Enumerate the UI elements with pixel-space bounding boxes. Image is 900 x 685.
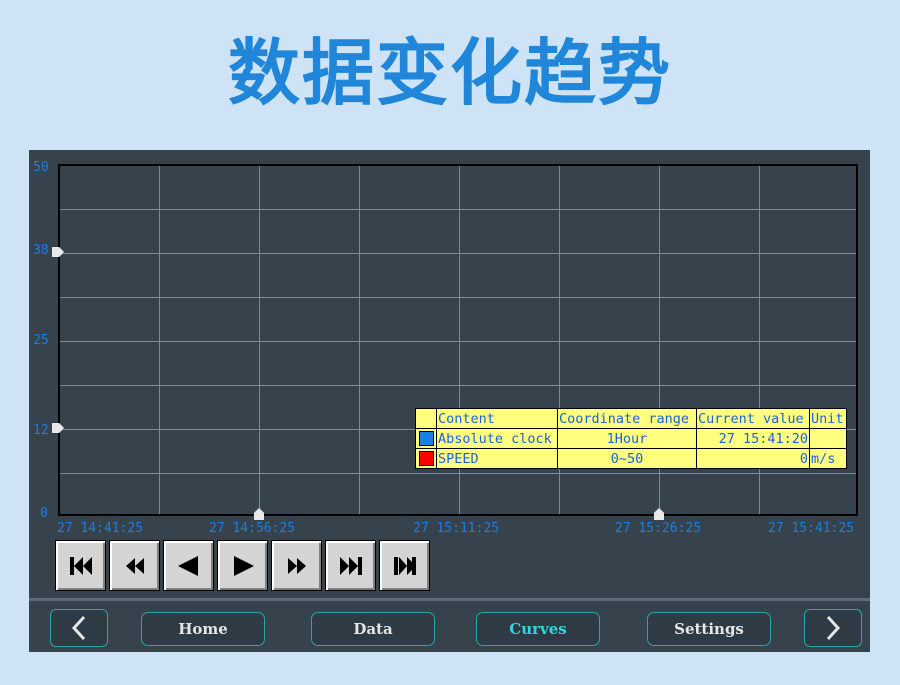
play-icon	[233, 555, 254, 576]
legend-header-content: Content	[436, 408, 558, 429]
legend-value: 27 15:41:20	[696, 428, 810, 449]
y-tick-label: 50	[33, 160, 49, 175]
skip-to-end-button[interactable]	[325, 540, 376, 591]
home-button[interactable]: Home	[141, 612, 265, 646]
x-tick-label: 27 15:41:25	[768, 521, 855, 536]
skip-to-start-icon	[69, 556, 92, 575]
legend-content: Absolute clock	[436, 428, 558, 449]
x-tick-label: 27 15:26:25	[615, 521, 702, 536]
legend-row: Absolute clock 1Hour 27 15:41:20	[415, 428, 847, 449]
legend-table: Content Coordinate range Current value U…	[415, 408, 847, 469]
y-tick-label: 25	[33, 333, 49, 348]
y-tick-label: 38	[33, 243, 49, 258]
y-tick-label: 12	[33, 423, 49, 438]
fast-rewind-button[interactable]	[109, 540, 160, 591]
legend-header-row: Content Coordinate range Current value U…	[415, 408, 847, 429]
legend-swatch-cell	[415, 448, 437, 469]
settings-button[interactable]: Settings	[647, 612, 771, 646]
legend-range: 0~50	[557, 448, 697, 469]
legend-unit: m/s	[809, 448, 847, 469]
prev-page-button[interactable]	[50, 609, 108, 647]
chevron-left-icon	[71, 615, 86, 641]
legend-header-unit: Unit	[809, 408, 847, 429]
play-button[interactable]	[217, 540, 268, 591]
legend-row: SPEED 0~50 0 m/s	[415, 448, 847, 469]
next-page-button[interactable]	[804, 609, 862, 647]
legend-unit	[809, 428, 847, 449]
x-tick-label: 27 14:41:25	[57, 521, 144, 536]
step-back-icon	[177, 555, 198, 576]
skip-to-end-icon	[339, 556, 362, 575]
legend-swatch-header	[415, 408, 437, 429]
page-title: 数据变化趋势	[227, 31, 672, 115]
series-color-swatch	[418, 431, 434, 446]
legend-header-value: Current value	[696, 408, 810, 429]
legend-swatch-cell	[415, 428, 437, 449]
legend-header-range: Coordinate range	[557, 408, 697, 429]
curves-button[interactable]: Curves	[476, 612, 600, 646]
jump-to-latest-icon	[393, 556, 416, 575]
x-tick-label: 27 15:11:25	[413, 521, 500, 536]
step-back-button[interactable]	[163, 540, 214, 591]
data-button[interactable]: Data	[311, 612, 435, 646]
jump-to-latest-button[interactable]	[379, 540, 430, 591]
x-tick-label: 27 14:56:25	[209, 521, 296, 536]
fast-forward-button[interactable]	[271, 540, 322, 591]
fast-forward-icon	[287, 557, 306, 574]
skip-to-start-button[interactable]	[55, 540, 106, 591]
nav-separator	[29, 598, 870, 601]
series-color-swatch	[418, 451, 434, 466]
legend-content: SPEED	[436, 448, 558, 469]
fast-rewind-icon	[125, 557, 144, 574]
y-tick-label: 0	[40, 506, 48, 521]
legend-range: 1Hour	[557, 428, 697, 449]
chevron-right-icon	[826, 615, 841, 641]
legend-value: 0	[696, 448, 810, 469]
